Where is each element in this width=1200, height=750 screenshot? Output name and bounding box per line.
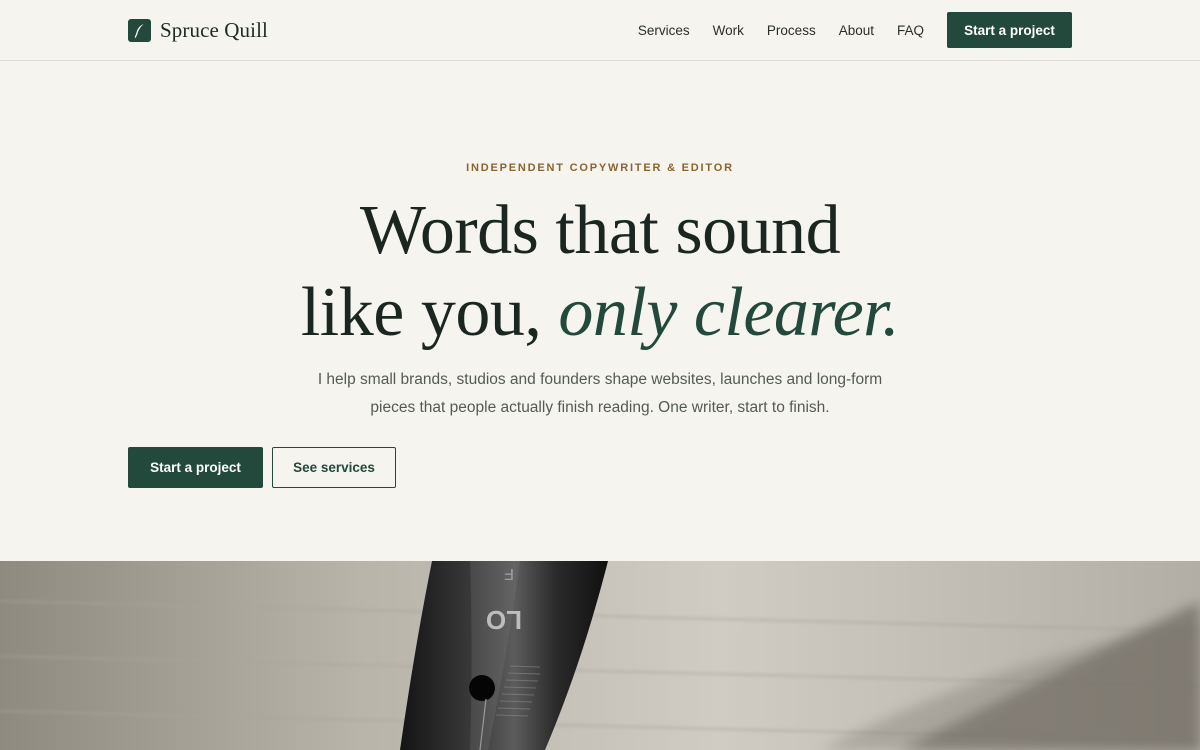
brand-name: Spruce Quill — [160, 17, 268, 42]
headline-accent: only clearer. — [558, 274, 900, 351]
site-header: Spruce Quill Services Work Process About… — [0, 0, 1200, 61]
hero-eyebrow: INDEPENDENT COPYWRITER & EDITOR — [466, 162, 734, 174]
nav-link-faq[interactable]: FAQ — [897, 23, 924, 38]
fountain-pen-image: LO F — [0, 561, 1200, 750]
hero-subhead: I help small brands, studios and founder… — [317, 371, 883, 416]
nav-link-process[interactable]: Process — [767, 23, 816, 38]
nav-link-work[interactable]: Work — [713, 23, 744, 38]
hero-start-project-button[interactable]: Start a project — [128, 447, 263, 488]
quill-icon — [128, 18, 151, 42]
brand-logo[interactable]: Spruce Quill — [128, 18, 268, 42]
hero-see-services-button[interactable]: See services — [272, 447, 396, 488]
nav-link-services[interactable]: Services — [638, 23, 690, 38]
svg-text:F: F — [504, 565, 514, 582]
header-start-project-button[interactable]: Start a project — [947, 12, 1072, 48]
headline-line-2: like you, — [300, 274, 542, 351]
main-nav: Services Work Process About FAQ Start a … — [638, 12, 1072, 48]
nav-link-about[interactable]: About — [839, 23, 874, 38]
hero-headline: Words that sound like you, only clearer. — [0, 190, 1200, 354]
svg-text:LO: LO — [486, 605, 522, 635]
hero-photo: LO F — [0, 561, 1200, 750]
headline-line-1: Words that sound — [359, 192, 841, 269]
